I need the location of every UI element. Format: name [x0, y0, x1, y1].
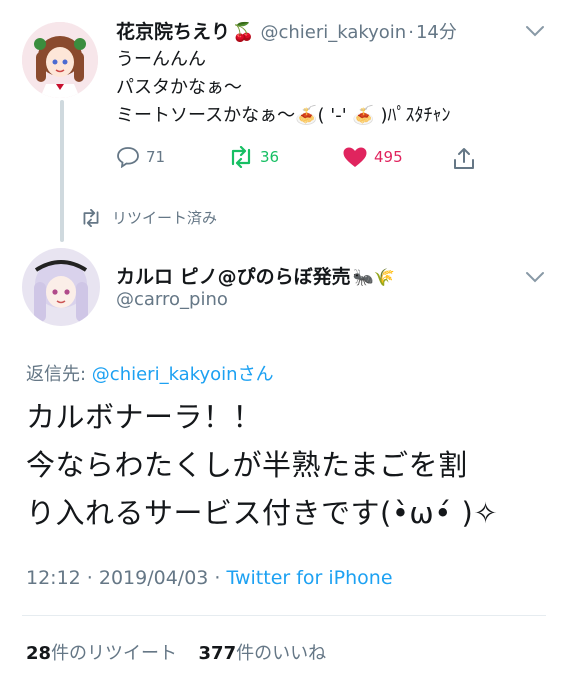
- tweet1-line-3: ミートソースかなぁ〜🍝( '-' 🍝 )ﾊﾟｽﾀﾁｬﾝ: [116, 105, 451, 126]
- tweet2-name-row: カルロ ピノ@ぴのらぼ発売 🐜🌾: [116, 262, 395, 289]
- retweet-notice: リツイート済み: [80, 207, 217, 228]
- tweet2-display-name[interactable]: カルロ ピノ@ぴのらぼ発売: [116, 262, 351, 289]
- tweet2-client[interactable]: Twitter for iPhone: [227, 567, 393, 589]
- like-button[interactable]: 495: [342, 146, 403, 168]
- retweets-label: 件のリツイート: [51, 643, 178, 664]
- heart-icon: [343, 147, 367, 167]
- divider: [22, 615, 546, 616]
- avatar-carro-pino[interactable]: [22, 248, 100, 326]
- retweet-notice-label: リツイート済み: [112, 209, 218, 227]
- retweet-count: 36: [260, 148, 280, 166]
- retweets-stat[interactable]: 28件のリツイート: [26, 643, 177, 664]
- tweet2-line-1: カルボナーラ！！: [26, 400, 263, 434]
- tweet2-line-3: り入れるサービス付きです(•̀ω•́ )✧: [26, 496, 499, 530]
- like-count: 495: [374, 148, 403, 166]
- tweet2-stats: 28件のリツイート 377件のいいね: [26, 639, 326, 665]
- retweets-count: 28: [26, 643, 52, 664]
- share-icon[interactable]: [452, 146, 476, 172]
- tweet1-header: 花京院ちえり 🍒 @chieri_kakyoin · 14分: [116, 17, 457, 44]
- tweet2-line-2: 今ならわたくしが半熟たまごを割: [26, 448, 468, 482]
- retweet-small-icon: [83, 208, 99, 227]
- retweet-icon: [231, 146, 251, 168]
- reply-count: 71: [146, 148, 166, 166]
- ant-rice-emoji: 🐜🌾: [352, 268, 395, 288]
- reply-to-prefix: 返信先:: [26, 364, 92, 385]
- tweet2-timestamp[interactable]: 12:12 · 2019/04/03 ·: [26, 567, 227, 589]
- tweet1-display-name[interactable]: 花京院ちえり: [116, 17, 230, 44]
- chevron-down-icon[interactable]: [524, 24, 546, 38]
- tweet1-time[interactable]: 14分: [416, 18, 457, 44]
- tweet1-handle[interactable]: @chieri_kakyoin: [260, 22, 406, 43]
- reply-to: 返信先: @chieri_kakyoinさん: [26, 360, 274, 386]
- likes-label: 件のいいね: [236, 643, 327, 664]
- chevron-down-icon-2[interactable]: [524, 270, 546, 284]
- cherry-emoji: 🍒: [232, 22, 255, 43]
- reply-button[interactable]: 71: [116, 146, 165, 168]
- retweet-button[interactable]: 36: [228, 146, 279, 168]
- avatar-chieri[interactable]: [22, 22, 98, 98]
- thread-line: [60, 100, 64, 242]
- tweet1-separator: ·: [408, 22, 414, 43]
- likes-count: 377: [198, 643, 237, 664]
- reply-icon: [117, 147, 139, 168]
- likes-stat[interactable]: 377件のいいね: [199, 643, 327, 664]
- tweet1-line-1: うーんんん: [116, 49, 206, 70]
- reply-to-handle[interactable]: @chieri_kakyoinさん: [92, 364, 274, 385]
- tweet2-body: カルボナーラ！！ 今ならわたくしが半熟たまごを割 り入れるサービス付きです(•̀…: [26, 393, 498, 537]
- tweet2-handle[interactable]: @carro_pino: [116, 289, 228, 310]
- tweet2-meta: 12:12 · 2019/04/03 · Twitter for iPhone: [26, 567, 393, 589]
- tweet1-line-2: パスタかなぁ〜: [116, 77, 242, 98]
- tweet1-body: うーんんん パスタかなぁ〜 ミートソースかなぁ〜🍝( '-' 🍝 )ﾊﾟｽﾀﾁｬ…: [116, 46, 451, 130]
